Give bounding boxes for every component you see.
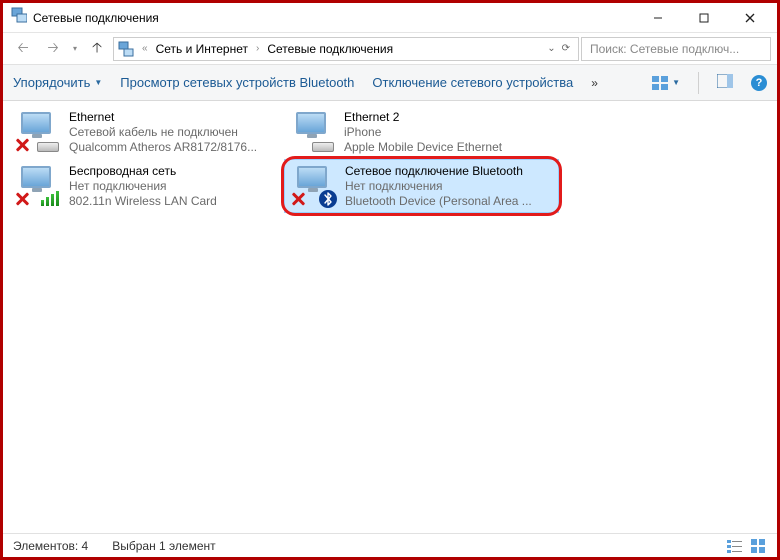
organize-button[interactable]: Упорядочить ▼ bbox=[13, 75, 102, 90]
view-options-button[interactable]: ▼ bbox=[651, 75, 680, 91]
up-button[interactable]: 🡡 bbox=[83, 35, 111, 63]
connection-item-ethernet2[interactable]: Ethernet 2 iPhone Apple Mobile Device Et… bbox=[284, 105, 559, 159]
title-bar: Сетевые подключения bbox=[3, 3, 777, 33]
item-status: Нет подключения bbox=[69, 179, 217, 194]
minimize-button[interactable] bbox=[635, 4, 681, 32]
search-input[interactable]: Поиск: Сетевые подключ... bbox=[581, 37, 771, 61]
forward-button[interactable]: 🡢 bbox=[39, 35, 67, 63]
icons-view-button[interactable] bbox=[751, 539, 767, 553]
selection-info: Выбран 1 элемент bbox=[112, 539, 215, 553]
organize-label: Упорядочить bbox=[13, 75, 90, 90]
item-name: Беспроводная сеть bbox=[69, 164, 217, 179]
maximize-button[interactable] bbox=[681, 4, 727, 32]
address-bar[interactable]: « Сеть и Интернет › Сетевые подключения … bbox=[113, 37, 579, 61]
ethernet-icon bbox=[15, 112, 61, 152]
item-device: 802.11n Wireless LAN Card bbox=[69, 194, 217, 209]
chevron-down-icon: ▼ bbox=[94, 78, 102, 87]
connection-item-wifi[interactable]: Беспроводная сеть Нет подключения 802.11… bbox=[9, 159, 284, 213]
preview-pane-icon bbox=[717, 74, 733, 88]
view-icon bbox=[651, 75, 669, 91]
bluetooth-icon bbox=[291, 166, 337, 206]
overflow-button[interactable]: » bbox=[591, 76, 596, 90]
connection-item-ethernet[interactable]: Ethernet Сетевой кабель не подключен Qua… bbox=[9, 105, 284, 159]
item-device: Apple Mobile Device Ethernet bbox=[344, 140, 502, 155]
refresh-icon[interactable]: ⟳ bbox=[562, 43, 570, 54]
preview-pane-button[interactable] bbox=[717, 74, 733, 91]
help-button[interactable]: ? bbox=[751, 75, 767, 91]
item-device: Bluetooth Device (Personal Area ... bbox=[345, 194, 532, 209]
item-count: Элементов: 4 bbox=[13, 539, 88, 553]
close-button[interactable] bbox=[727, 4, 773, 32]
breadcrumb-sep-icon: « bbox=[142, 43, 148, 54]
nav-bar: 🡠 🡢 ▾ 🡡 « Сеть и Интернет › Сетевые подк… bbox=[3, 33, 777, 65]
address-dropdown-icon[interactable]: ⌄ bbox=[547, 43, 555, 54]
details-view-button[interactable] bbox=[727, 539, 743, 553]
item-status: Сетевой кабель не подключен bbox=[69, 125, 257, 140]
chevron-right-icon: › bbox=[256, 43, 259, 54]
window-title: Сетевые подключения bbox=[33, 11, 635, 25]
status-bar: Элементов: 4 Выбран 1 элемент bbox=[3, 533, 777, 557]
wifi-icon bbox=[15, 166, 61, 206]
item-status: iPhone bbox=[344, 125, 502, 140]
history-dropdown[interactable]: ▾ bbox=[73, 44, 77, 53]
connection-item-bluetooth[interactable]: Сетевое подключение Bluetooth Нет подклю… bbox=[284, 159, 559, 213]
item-name: Ethernet 2 bbox=[344, 110, 502, 125]
back-button[interactable]: 🡠 bbox=[9, 35, 37, 63]
view-bluetooth-devices-button[interactable]: Просмотр сетевых устройств Bluetooth bbox=[120, 75, 354, 90]
breadcrumb-seg-2[interactable]: Сетевые подключения bbox=[267, 42, 393, 56]
item-name: Ethernet bbox=[69, 110, 257, 125]
item-device: Qualcomm Atheros AR8172/8176... bbox=[69, 140, 257, 155]
connections-area: Ethernet Сетевой кабель не подключен Qua… bbox=[3, 101, 777, 533]
bluetooth-badge-icon bbox=[319, 190, 337, 208]
network-icon bbox=[118, 41, 134, 57]
ethernet-icon bbox=[290, 112, 336, 152]
disable-device-button[interactable]: Отключение сетевого устройства bbox=[372, 75, 573, 90]
item-status: Нет подключения bbox=[345, 179, 532, 194]
app-icon bbox=[11, 7, 27, 28]
breadcrumb-seg-1[interactable]: Сеть и Интернет bbox=[156, 42, 248, 56]
divider bbox=[698, 72, 699, 94]
search-placeholder: Поиск: Сетевые подключ... bbox=[590, 42, 739, 56]
chevron-down-icon: ▼ bbox=[672, 78, 680, 87]
item-name: Сетевое подключение Bluetooth bbox=[345, 164, 532, 179]
command-bar: Упорядочить ▼ Просмотр сетевых устройств… bbox=[3, 65, 777, 101]
